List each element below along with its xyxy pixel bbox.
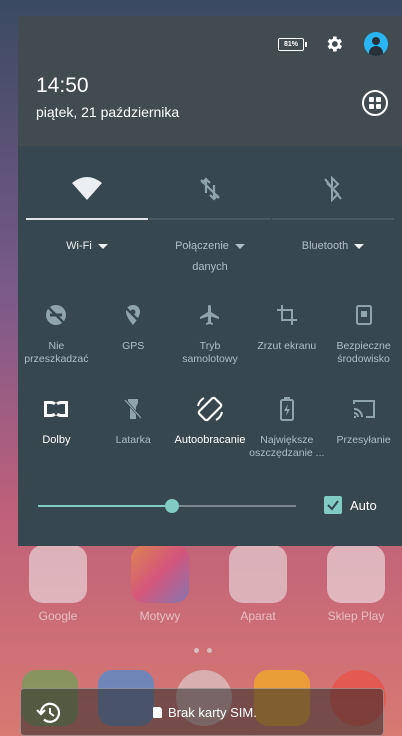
slider-fill bbox=[38, 505, 173, 507]
toast-message: Brak karty SIM. bbox=[20, 688, 384, 736]
home-app-motywy[interactable]: Motywy bbox=[120, 545, 200, 623]
home-app-label: Google bbox=[38, 609, 78, 623]
tile-label: Połączenie bbox=[175, 240, 229, 252]
system-icons: 81% bbox=[278, 32, 388, 56]
tile-label: Tryb bbox=[199, 340, 221, 352]
themes-icon bbox=[131, 545, 189, 603]
tile-label: Dolby bbox=[42, 434, 71, 446]
mobile-data-off-icon bbox=[200, 177, 220, 201]
tile-label: Bezpieczne bbox=[336, 340, 391, 352]
tile-label: Zrzut ekranu bbox=[257, 340, 317, 352]
home-app-row: Google Motywy Aparat Sklep Play bbox=[0, 545, 402, 635]
chevron-down-icon[interactable] bbox=[354, 243, 365, 249]
tile-label-line2: przeszkadzać bbox=[24, 353, 89, 365]
clock-date: piątek, 21 października bbox=[36, 104, 180, 120]
auto-label: Auto bbox=[350, 497, 377, 513]
bluetooth-off-icon bbox=[324, 176, 342, 202]
tile-secure-environment[interactable]: Bezpieczne środowisko bbox=[325, 300, 402, 366]
toast-text: Brak karty SIM. bbox=[168, 705, 257, 720]
history-icon[interactable] bbox=[35, 699, 65, 727]
tile-label-line2: samolotowy bbox=[182, 353, 238, 365]
chevron-down-icon[interactable] bbox=[234, 243, 245, 249]
tile-label: Latarka bbox=[115, 434, 151, 446]
quick-settings-panel: 81% 14:50 piątek, 21 października Wi-Fi bbox=[18, 16, 402, 546]
tiles-row-2: Dolby Latarka Autoobracanie Największe os… bbox=[18, 394, 402, 460]
tile-do-not-disturb[interactable]: Nie przeszkadzać bbox=[18, 300, 95, 366]
battery-saver-icon bbox=[279, 397, 294, 421]
checkbox-checked-icon[interactable] bbox=[324, 496, 342, 514]
tile-label-line2: danych bbox=[192, 261, 228, 273]
tile-active-indicator bbox=[149, 218, 271, 220]
auto-rotate-icon bbox=[197, 396, 223, 422]
tile-label: Przesyłanie bbox=[336, 434, 391, 446]
tile-bluetooth[interactable]: Bluetooth bbox=[272, 166, 394, 257]
shade-header: 81% 14:50 piątek, 21 października bbox=[18, 16, 402, 146]
tile-airplane-mode[interactable]: Tryb samolotowy bbox=[172, 300, 249, 366]
home-app-google[interactable]: Google bbox=[18, 545, 98, 623]
tile-cast[interactable]: Przesyłanie bbox=[325, 394, 402, 460]
tile-label: GPS bbox=[122, 340, 145, 352]
tile-label-line2: oszczędzanie ... bbox=[249, 447, 325, 459]
page-indicator bbox=[190, 640, 216, 658]
edit-tiles-icon[interactable] bbox=[362, 90, 388, 116]
tile-mobile-data[interactable]: Połączenie danych bbox=[149, 166, 271, 278]
tile-flashlight[interactable]: Latarka bbox=[95, 394, 172, 460]
tiles-row-1: Nie przeszkadzać GPS Tryb samolotowy Zrzut… bbox=[18, 300, 402, 366]
tile-screenshot[interactable]: Zrzut ekranu bbox=[248, 300, 325, 366]
flashlight-off-icon bbox=[124, 399, 143, 419]
do-not-disturb-off-icon bbox=[46, 305, 67, 325]
tile-gps[interactable]: GPS bbox=[95, 300, 172, 366]
tile-label: Bluetooth bbox=[301, 240, 349, 252]
slider-thumb[interactable] bbox=[165, 499, 180, 513]
battery-icon: 81% bbox=[278, 37, 307, 51]
tile-label-line2: środowisko bbox=[337, 353, 390, 365]
home-app-label: Motywy bbox=[139, 609, 181, 623]
tile-active-indicator bbox=[26, 218, 148, 220]
chevron-down-icon[interactable] bbox=[97, 243, 108, 249]
sim-card-icon bbox=[153, 707, 162, 718]
location-off-icon bbox=[123, 305, 144, 325]
home-app-label: Sklep Play bbox=[327, 609, 385, 623]
brightness-slider[interactable] bbox=[38, 496, 296, 516]
wifi-icon bbox=[72, 177, 102, 200]
dolby-icon bbox=[44, 401, 69, 417]
tile-label: Wi-Fi bbox=[66, 240, 92, 252]
home-app-sklep-play[interactable]: Sklep Play bbox=[316, 545, 396, 623]
airplane-icon bbox=[199, 305, 219, 325]
cast-icon bbox=[352, 400, 375, 418]
auto-brightness-toggle[interactable]: Auto bbox=[324, 496, 377, 514]
home-app-label: Aparat bbox=[240, 609, 276, 623]
tile-auto-rotate[interactable]: Autoobracanie bbox=[172, 394, 249, 460]
play-store-icon bbox=[327, 545, 385, 603]
camera-icon bbox=[229, 545, 287, 603]
primary-tiles: Wi-Fi Połączenie danych Bluetooth bbox=[18, 166, 402, 296]
secure-phone-icon bbox=[355, 305, 372, 325]
account-circle-icon[interactable] bbox=[364, 32, 388, 56]
tile-dolby[interactable]: Dolby bbox=[18, 394, 95, 460]
google-folder-icon bbox=[29, 545, 87, 603]
tile-battery-saver[interactable]: Największe oszczędzanie ... bbox=[248, 394, 325, 460]
home-app-aparat[interactable]: Aparat bbox=[218, 545, 298, 623]
crop-icon bbox=[276, 305, 297, 325]
tile-label: Autoobracanie bbox=[174, 434, 246, 446]
tile-active-indicator bbox=[272, 218, 394, 220]
gear-icon[interactable] bbox=[324, 34, 344, 54]
tile-label: Nie bbox=[48, 340, 65, 352]
tile-wifi[interactable]: Wi-Fi bbox=[26, 166, 148, 257]
tile-label: Największe bbox=[260, 434, 314, 446]
clock-time: 14:50 bbox=[36, 74, 89, 97]
